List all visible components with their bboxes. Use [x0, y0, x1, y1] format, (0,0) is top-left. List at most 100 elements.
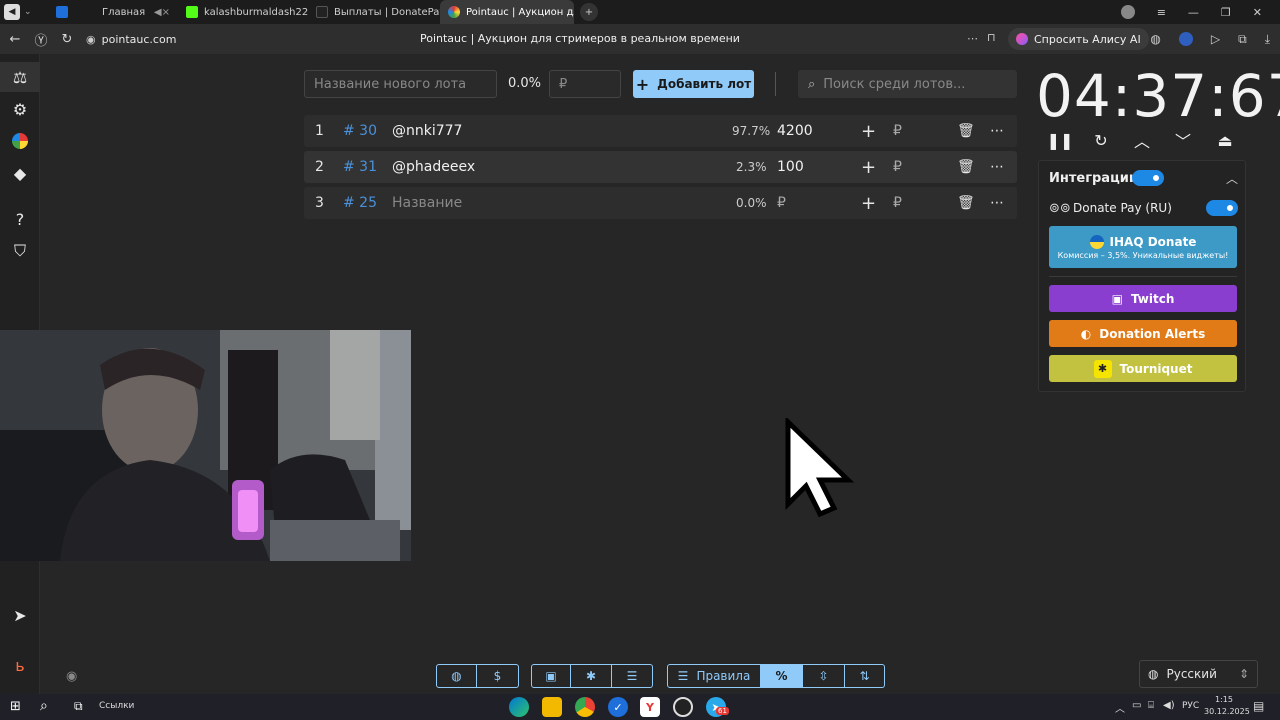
chevron-up-icon[interactable]: ︿ — [1130, 128, 1154, 152]
input-language[interactable]: РУС — [1182, 701, 1199, 711]
restore-icon[interactable]: ❐ — [1221, 6, 1231, 19]
trash-icon[interactable]: 🗑 — [957, 151, 975, 183]
boosty-icon[interactable]: ь — [0, 650, 40, 680]
ruble-icon[interactable]: ₽ — [893, 151, 902, 183]
telegram-icon[interactable]: ➤ — [0, 600, 40, 630]
lot-row[interactable]: 3 # 25 Название 0.0% ₽ + ₽ 🗑 ⋯ — [304, 187, 1017, 219]
pause-icon[interactable]: ❚❚ — [1047, 128, 1074, 152]
tab-donatepay[interactable]: Выплаты | DonatePay — [308, 0, 440, 24]
wheel-icon[interactable] — [0, 126, 40, 156]
lot-row[interactable]: 2 # 31 @phadeeex 2.3% 100 + ₽ 🗑 ⋯ — [304, 151, 1017, 183]
help-icon[interactable]: ? — [0, 204, 40, 234]
minimize-icon[interactable]: — — [1188, 6, 1199, 19]
compress-icon[interactable]: ⇳ — [803, 664, 845, 688]
profile-icon[interactable] — [1120, 5, 1135, 19]
tab-kick[interactable]: kalashburmaldash228 Stre — [178, 0, 308, 24]
tab-home[interactable]: Главная ◀× — [48, 0, 178, 24]
settings-icon[interactable]: ⚙ — [0, 94, 40, 124]
github-icon[interactable]: ◍ — [436, 664, 477, 688]
close-window-icon[interactable]: ✕ — [1253, 6, 1262, 19]
bookmark-icon[interactable]: ⊓ — [987, 31, 996, 44]
network-icon[interactable]: ⌸ — [1148, 700, 1154, 711]
speaker-icon[interactable]: ◀× — [154, 7, 170, 18]
lot-id[interactable]: # 25 — [343, 187, 377, 219]
alice-button[interactable]: Спросить Алису AI — [1008, 28, 1149, 50]
yandex-icon[interactable]: Ⓨ — [28, 24, 54, 54]
bug-icon[interactable]: ✱ — [571, 664, 612, 688]
trash-icon[interactable]: 🗑 — [957, 115, 975, 147]
new-lot-input[interactable]: Название нового лота — [304, 70, 497, 98]
app-check-icon[interactable]: ✓ — [608, 697, 628, 717]
auction-icon[interactable]: ⚖ — [0, 62, 40, 92]
layers-icon[interactable]: ◆ — [0, 158, 40, 188]
battery-icon[interactable]: ▭ — [1132, 700, 1141, 711]
ihaq-donate-button[interactable]: IHAQ Donate Комиссия – 3,5%. Уникальные … — [1049, 226, 1237, 268]
yandex-browser-icon[interactable]: Y — [640, 697, 660, 717]
more-options-icon[interactable]: ⋯ — [990, 115, 1004, 147]
percent-toggle[interactable]: % — [761, 664, 803, 688]
chevron-down-icon[interactable]: ﹀ — [1171, 128, 1195, 152]
chevron-up-icon[interactable]: ︿ — [1226, 170, 1238, 187]
lot-id[interactable]: # 31 — [343, 151, 377, 183]
donation-alerts-button[interactable]: ◐ Donation Alerts — [1049, 320, 1237, 347]
lot-amount[interactable]: ₽ — [777, 187, 786, 219]
tray-chevron-icon[interactable]: ︿ — [1115, 700, 1125, 715]
collections-icon[interactable]: ⧉ — [1238, 32, 1247, 47]
new-lot-amount-input[interactable]: ₽ — [549, 70, 621, 98]
more-icon[interactable]: ⋯ — [967, 32, 978, 45]
more-options-icon[interactable]: ⋯ — [990, 187, 1004, 219]
tab-audio-toggle[interactable]: ◀ ⌄ — [0, 0, 48, 24]
lot-amount[interactable]: 100 — [777, 151, 804, 183]
extension-icon[interactable] — [1178, 32, 1193, 46]
add-amount-icon[interactable]: + — [861, 151, 876, 183]
tab-pointauc[interactable]: Pointauc | Аукцион для × — [440, 0, 574, 24]
twitch-button[interactable]: ▣ Twitch — [1049, 285, 1237, 312]
clear-list-icon[interactable]: ☰ — [612, 664, 653, 688]
lot-amount[interactable]: 4200 — [777, 115, 813, 147]
collapse-up-icon[interactable]: ⏏ — [1213, 128, 1237, 152]
menu-icon[interactable]: ≡ — [1157, 6, 1166, 19]
sort-icon[interactable]: ⇅ — [845, 664, 885, 688]
url-text[interactable]: pointauc.com — [102, 33, 177, 46]
lot-name[interactable]: @phadeeex — [392, 151, 475, 183]
language-select[interactable]: ◍ Русский ⇕ — [1139, 660, 1258, 688]
dollar-icon[interactable]: $ — [477, 664, 519, 688]
tourniquet-button[interactable]: ✱ Tourniquet — [1049, 355, 1237, 382]
media-icon[interactable]: ▷ — [1211, 32, 1220, 46]
new-tab-button[interactable]: + — [580, 3, 598, 21]
explorer-icon[interactable] — [542, 697, 562, 717]
obs-icon[interactable] — [673, 697, 693, 717]
clock-time[interactable]: 1:15 — [1215, 695, 1233, 704]
integrations-toggle[interactable] — [1132, 170, 1164, 186]
search-icon[interactable]: ⌕ — [40, 698, 48, 714]
site-info-icon[interactable]: ◉ — [86, 33, 96, 46]
lot-id[interactable]: # 30 — [343, 115, 377, 147]
reload-button[interactable]: ↻ — [54, 24, 80, 54]
search-input[interactable]: ⌕ Поиск среди лотов... — [798, 70, 1017, 98]
chrome-icon[interactable] — [575, 697, 595, 717]
volume-icon[interactable]: ◀) — [1163, 700, 1175, 711]
reset-icon[interactable]: ↻ — [1089, 128, 1113, 152]
notifications-icon[interactable]: ▤ — [1253, 699, 1264, 713]
clock-date[interactable]: 30.12.2025 — [1204, 707, 1250, 716]
trash-icon[interactable]: 🗑 — [957, 187, 975, 219]
ruble-icon[interactable]: ₽ — [893, 115, 902, 147]
task-view-icon[interactable]: ⧉ — [74, 699, 83, 714]
links-label[interactable]: Ссылки — [99, 701, 134, 711]
lot-name[interactable]: @nnki777 — [392, 115, 462, 147]
ruble-icon[interactable]: ₽ — [893, 187, 902, 219]
translate-icon[interactable]: ◍ — [1150, 32, 1160, 46]
donatepay-toggle[interactable] — [1206, 200, 1238, 216]
lot-row[interactable]: 1 # 30 @nnki777 97.7% 4200 + ₽ 🗑 ⋯ — [304, 115, 1017, 147]
more-options-icon[interactable]: ⋯ — [990, 151, 1004, 183]
lot-name[interactable]: Название — [392, 187, 462, 219]
downloads-icon[interactable]: ⤓ — [1265, 32, 1270, 47]
rules-button[interactable]: ☰ Правила — [667, 664, 761, 688]
back-button[interactable]: ← — [2, 24, 28, 54]
edge-icon[interactable] — [509, 697, 529, 717]
add-amount-icon[interactable]: + — [861, 115, 876, 147]
add-lot-button[interactable]: + Добавить лот — [633, 70, 754, 98]
windows-start-icon[interactable]: ⊞ — [10, 699, 21, 714]
add-amount-icon[interactable]: + — [861, 187, 876, 219]
save-icon[interactable]: ▣ — [531, 664, 571, 688]
